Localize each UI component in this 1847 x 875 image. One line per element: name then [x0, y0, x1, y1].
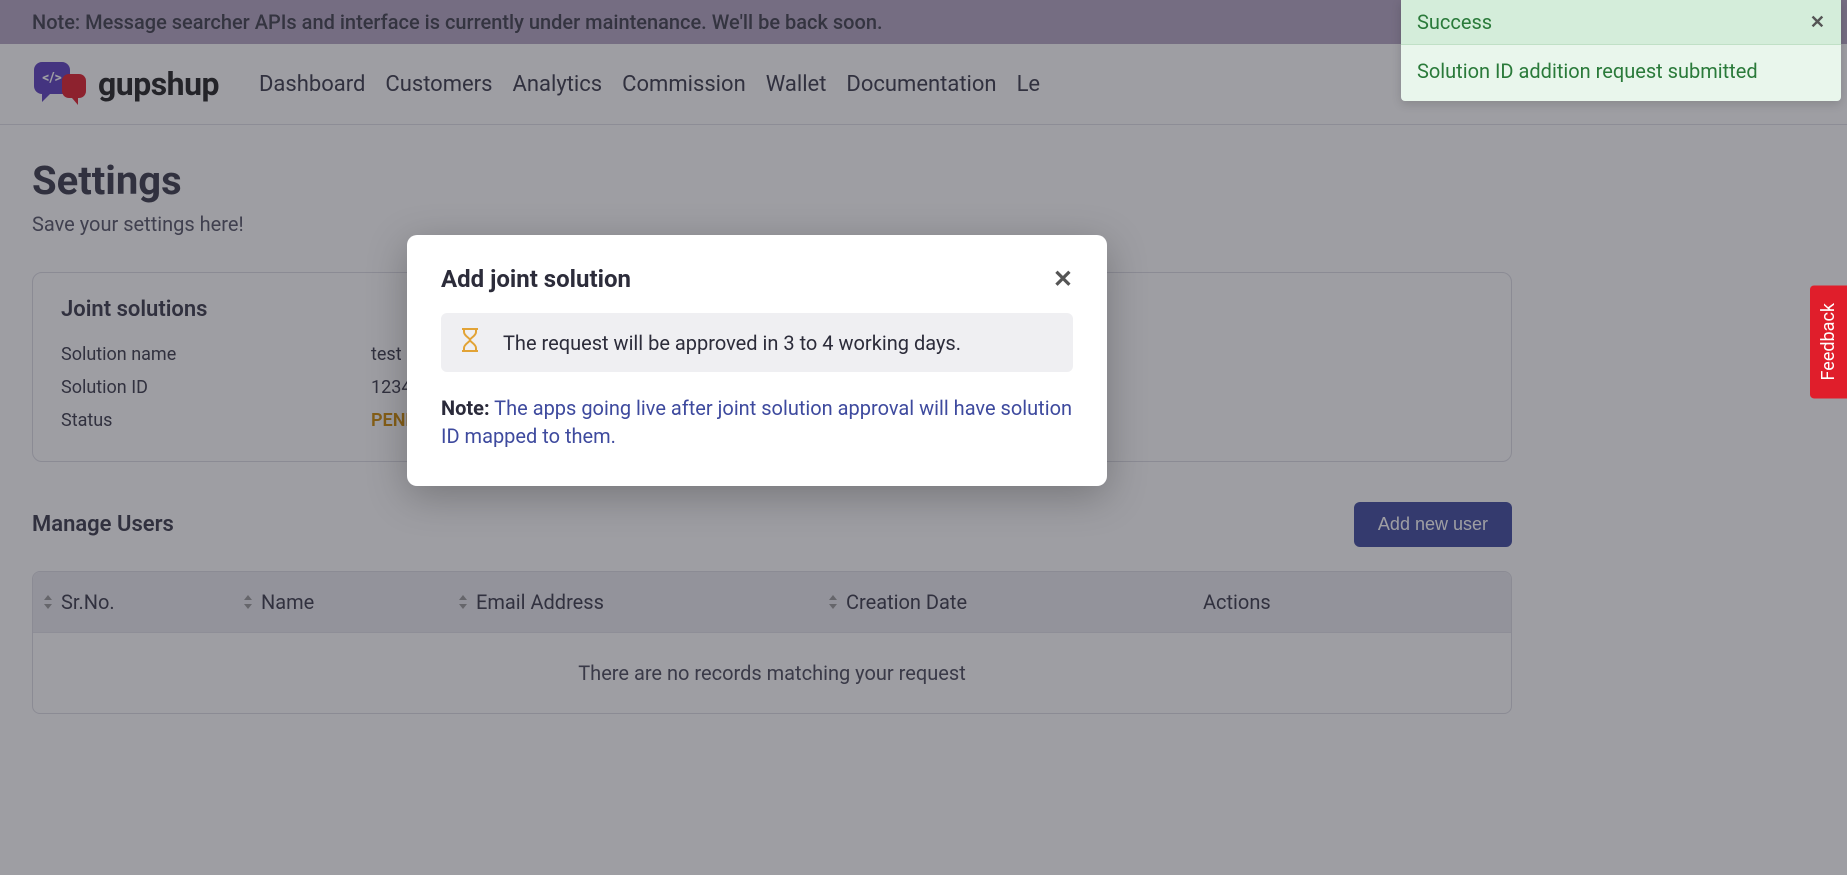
modal-header: Add joint solution ✕: [441, 265, 1073, 293]
modal-note: Note: The apps going live after joint so…: [441, 394, 1073, 450]
modal-title: Add joint solution: [441, 265, 631, 293]
feedback-label: Feedback: [1818, 303, 1839, 380]
toast-title: Success: [1417, 10, 1492, 34]
modal-info-box: The request will be approved in 3 to 4 w…: [441, 313, 1073, 372]
modal-close-button[interactable]: ✕: [1053, 267, 1073, 291]
modal-note-text: The apps going live after joint solution…: [441, 396, 1072, 448]
toast-header: Success ✕: [1401, 0, 1841, 45]
add-joint-solution-modal: Add joint solution ✕ The request will be…: [407, 235, 1107, 486]
success-toast: Success ✕ Solution ID addition request s…: [1401, 0, 1841, 101]
close-icon: ✕: [1053, 265, 1073, 293]
toast-close-button[interactable]: ✕: [1810, 12, 1825, 33]
feedback-tab[interactable]: Feedback: [1810, 285, 1847, 398]
hourglass-icon: [459, 327, 481, 358]
modal-info-text: The request will be approved in 3 to 4 w…: [503, 331, 961, 355]
modal-note-label: Note:: [441, 396, 490, 420]
toast-body: Solution ID addition request submitted: [1401, 45, 1841, 101]
close-icon: ✕: [1810, 12, 1825, 33]
